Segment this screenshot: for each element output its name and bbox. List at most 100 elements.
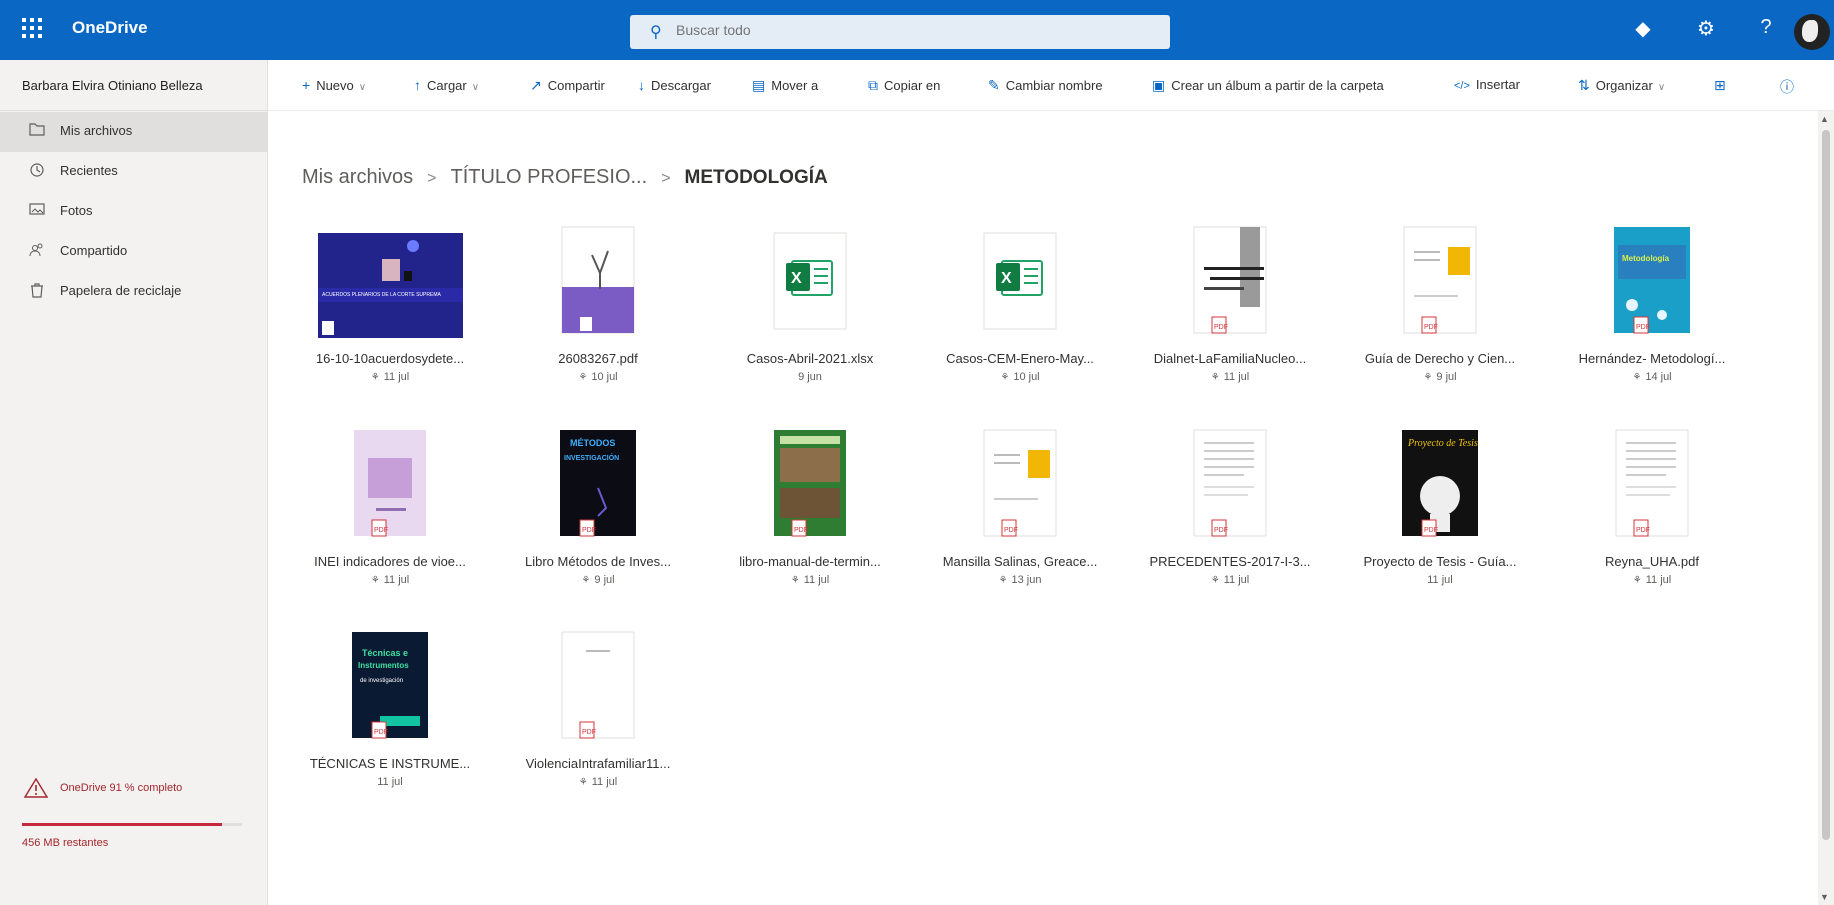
- pdf-thumbnail[interactable]: Técnicas e Instrumentos de investigación PD…: [350, 630, 430, 740]
- sidebar-item-fotos[interactable]: Fotos: [0, 192, 268, 232]
- shared-icon: ⚘: [581, 575, 591, 586]
- quota-progress-bar: [22, 823, 242, 826]
- svg-text:PDF: PDF: [1004, 527, 1018, 534]
- file-tile[interactable]: Técnicas e Instrumentos de investigación PD…: [300, 630, 480, 810]
- pdf-thumbnail[interactable]: [558, 225, 638, 335]
- file-tile[interactable]: PDF Dialnet-LaFamiliaNucleo... ⚘ 11 jul: [1140, 225, 1320, 405]
- quota-status[interactable]: OneDrive 91 % completo: [60, 782, 182, 794]
- new-button[interactable]: + Nuevo ∨: [302, 77, 366, 93]
- svg-text:PDF: PDF: [1636, 324, 1650, 331]
- pdf-thumbnail[interactable]: PDF: [1190, 225, 1270, 335]
- scroll-down-icon[interactable]: ▼: [1820, 892, 1829, 902]
- pdf-thumbnail[interactable]: PDF: [770, 428, 850, 538]
- scrollbar-thumb[interactable]: [1822, 130, 1830, 840]
- breadcrumb-parent[interactable]: TÍTULO PROFESIO...: [450, 166, 647, 188]
- file-name[interactable]: TÉCNICAS E INSTRUME...: [290, 756, 490, 771]
- file-name[interactable]: Casos-CEM-Enero-May...: [920, 351, 1120, 366]
- file-tile[interactable]: PDF libro-manual-de-termin... ⚘ 11 jul: [720, 428, 900, 608]
- file-tile[interactable]: X Casos-Abril-2021.xlsx 9 jun: [720, 225, 900, 405]
- shared-icon: ⚘: [1210, 575, 1220, 586]
- pdf-thumbnail[interactable]: PDF: [1400, 225, 1480, 335]
- excel-file-icon[interactable]: X: [980, 225, 1060, 335]
- sidebar-item-compartido[interactable]: Compartido: [0, 232, 268, 272]
- file-name[interactable]: ViolenciaIntrafamiliar11...: [498, 756, 698, 771]
- file-name[interactable]: Hernández- Metodologí...: [1552, 351, 1752, 366]
- file-tile[interactable]: Metodología PDF Hernández- Metodologí... ⚘ 1…: [1562, 225, 1742, 405]
- chevron-right-icon: >: [427, 170, 437, 187]
- share-button[interactable]: ↗ Compartir: [530, 77, 605, 94]
- help-icon[interactable]: ?: [1752, 16, 1780, 39]
- app-name[interactable]: OneDrive: [72, 18, 148, 38]
- svg-text:Técnicas e: Técnicas e: [362, 648, 408, 658]
- move-icon: ▤: [752, 77, 766, 93]
- file-tile[interactable]: Proyecto de Tesis PDF Proyecto de Tesis - …: [1350, 428, 1530, 608]
- file-date-value: 10 jul: [1013, 371, 1040, 383]
- sidebar-item-mis-archivos[interactable]: Mis archivos: [0, 112, 268, 152]
- scroll-up-icon[interactable]: ▲: [1820, 114, 1829, 124]
- pdf-thumbnail[interactable]: PDF: [1612, 428, 1692, 538]
- file-tile[interactable]: X Casos-CEM-Enero-May... ⚘ 10 jul: [930, 225, 1110, 405]
- download-button[interactable]: ↓ Descargar: [638, 77, 711, 93]
- sidebar-item-papelera[interactable]: Papelera de reciclaje: [0, 272, 268, 312]
- shared-icon: ⚘: [578, 372, 588, 383]
- search-box[interactable]: ⚲: [630, 15, 1170, 49]
- view-toggle-button[interactable]: ⊞: [1714, 77, 1732, 94]
- file-name[interactable]: Mansilla Salinas, Greace...: [920, 554, 1120, 569]
- sort-button[interactable]: ⇅ Organizar ∨: [1578, 77, 1665, 94]
- file-name[interactable]: Libro Métodos de Inves...: [498, 554, 698, 569]
- breadcrumb: Mis archivos > TÍTULO PROFESIO... > METODOLO…: [302, 166, 828, 189]
- file-name[interactable]: Casos-Abril-2021.xlsx: [710, 351, 910, 366]
- copy-to-button[interactable]: ⧉ Copiar en: [868, 77, 940, 94]
- file-date: ⚘ 9 jul: [508, 574, 688, 586]
- rename-button[interactable]: ✎ Cambiar nombre: [988, 77, 1103, 94]
- search-input[interactable]: [676, 22, 1076, 38]
- embed-button[interactable]: </> Insertar: [1454, 77, 1520, 92]
- pdf-thumbnail[interactable]: MÉTODOS INVESTIGACIÓN PDF: [558, 428, 638, 538]
- trash-icon: [28, 282, 46, 301]
- file-tile[interactable]: PDF Reyna_UHA.pdf ⚘ 11 jul: [1562, 428, 1742, 608]
- gear-icon[interactable]: ⚙: [1692, 16, 1720, 41]
- sidebar-item-recientes[interactable]: Recientes: [0, 152, 268, 192]
- avatar[interactable]: [1794, 14, 1830, 50]
- file-name[interactable]: 26083267.pdf: [498, 351, 698, 366]
- file-tile[interactable]: PDF PRECEDENTES-2017-I-3... ⚘ 11 jul: [1140, 428, 1320, 608]
- clock-icon: [28, 162, 46, 181]
- info-button[interactable]: ⓘ: [1780, 77, 1800, 97]
- upload-button[interactable]: ↑ Cargar ∨: [414, 77, 479, 93]
- svg-text:INVESTIGACIÓN: INVESTIGACIÓN: [564, 453, 619, 462]
- svg-text:PDF: PDF: [582, 729, 596, 736]
- create-album-button[interactable]: ▣ Crear un álbum a partir de la carpeta: [1152, 77, 1384, 94]
- file-name[interactable]: Proyecto de Tesis - Guía...: [1340, 554, 1540, 569]
- file-date: 9 jun: [720, 371, 900, 383]
- file-tile[interactable]: 26083267.pdf ⚘ 10 jul: [508, 225, 688, 405]
- breadcrumb-root[interactable]: Mis archivos: [302, 166, 413, 188]
- pdf-thumbnail[interactable]: PDF: [558, 630, 638, 740]
- plus-icon: +: [302, 77, 311, 93]
- pdf-thumbnail[interactable]: PDF: [1190, 428, 1270, 538]
- file-tile[interactable]: PDF Mansilla Salinas, Greace... ⚘ 13 jun: [930, 428, 1110, 608]
- svg-text:de investigación: de investigación: [360, 678, 403, 684]
- pdf-thumbnail[interactable]: PDF: [350, 428, 430, 538]
- pdf-thumbnail[interactable]: ACUERDOS PLENARIOS DE LA CORTE SUPREMA: [318, 225, 463, 338]
- pdf-thumbnail[interactable]: PDF: [980, 428, 1060, 538]
- file-tile[interactable]: PDF Guía de Derecho y Cien... ⚘ 9 jul: [1350, 225, 1530, 405]
- file-name[interactable]: 16-10-10acuerdosydete...: [290, 351, 490, 366]
- file-name[interactable]: Dialnet-LaFamiliaNucleo...: [1130, 351, 1330, 366]
- app-launcher-icon[interactable]: [22, 18, 46, 42]
- file-name[interactable]: libro-manual-de-termin...: [710, 554, 910, 569]
- pdf-thumbnail[interactable]: Proyecto de Tesis PDF: [1400, 428, 1480, 538]
- sidebar-item-label: Mis archivos: [60, 123, 133, 138]
- file-tile[interactable]: ACUERDOS PLENARIOS DE LA CORTE SUPREMA 16…: [300, 225, 480, 405]
- excel-file-icon[interactable]: X: [770, 225, 850, 335]
- file-tile[interactable]: PDF ViolenciaIntrafamiliar11... ⚘ 11 jul: [508, 630, 688, 810]
- move-to-button[interactable]: ▤ Mover a: [752, 77, 818, 94]
- diamond-icon[interactable]: ◆: [1629, 16, 1657, 41]
- file-date-value: 14 jul: [1645, 371, 1672, 383]
- file-name[interactable]: Guía de Derecho y Cien...: [1340, 351, 1540, 366]
- file-name[interactable]: Reyna_UHA.pdf: [1552, 554, 1752, 569]
- file-tile[interactable]: PDF INEI indicadores de vioe... ⚘ 11 jul: [300, 428, 480, 608]
- file-name[interactable]: INEI indicadores de vioe...: [290, 554, 490, 569]
- file-name[interactable]: PRECEDENTES-2017-I-3...: [1130, 554, 1330, 569]
- pdf-thumbnail[interactable]: Metodología PDF: [1612, 225, 1692, 335]
- file-tile[interactable]: MÉTODOS INVESTIGACIÓN PDF Libro Métodos de …: [508, 428, 688, 608]
